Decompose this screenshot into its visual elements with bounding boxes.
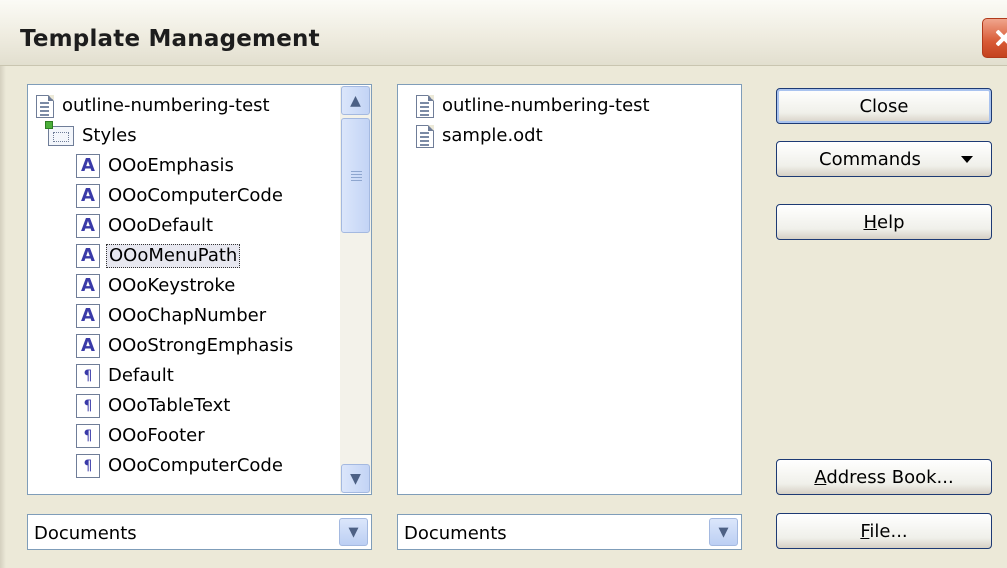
list-item-selected[interactable]: A OOoMenuPath	[76, 241, 241, 271]
character-style-icon: A	[76, 334, 100, 358]
list-item[interactable]: A OOoComputerCode	[76, 181, 285, 211]
document-icon	[416, 94, 434, 118]
list-item[interactable]: ¶ Default	[76, 361, 176, 391]
character-style-icon: A	[76, 214, 100, 238]
list-item[interactable]: A OOoKeystroke	[76, 271, 237, 301]
template-management-dialog: Template Management outline-numbering-te…	[0, 0, 1007, 568]
grip-icon	[351, 171, 362, 172]
chevron-up-icon: ▲	[350, 92, 361, 109]
window-frame	[0, 66, 6, 568]
list-item[interactable]: A OOoStrongEmphasis	[76, 331, 295, 361]
address-book-button[interactable]: Address Book...	[776, 459, 992, 495]
file-button[interactable]: File...	[776, 513, 992, 549]
list-item[interactable]: Styles	[45, 121, 139, 151]
character-style-icon: A	[76, 184, 100, 208]
list-item[interactable]: outline-numbering-test	[416, 91, 652, 121]
list-item[interactable]: ¶ OOoFooter	[76, 421, 207, 451]
dialog-title: Template Management	[20, 26, 320, 52]
list-item[interactable]: outline-numbering-test	[36, 91, 272, 121]
vertical-scrollbar[interactable]: ▲ ▼	[340, 86, 371, 493]
right-documents-select[interactable]: Documents ▼	[397, 514, 742, 550]
scroll-thumb[interactable]	[341, 118, 370, 233]
paragraph-style-icon: ¶	[76, 364, 100, 388]
paragraph-style-icon: ¶	[76, 394, 100, 418]
left-template-list[interactable]: outline-numbering-test Styles A OOoEmpha…	[27, 84, 372, 495]
character-style-icon: A	[76, 244, 100, 268]
dropdown-arrow-icon	[961, 156, 973, 163]
list-item[interactable]: sample.odt	[416, 121, 545, 151]
scroll-up-button[interactable]: ▲	[341, 86, 370, 115]
styles-folder-icon	[45, 121, 74, 146]
document-icon	[416, 124, 434, 148]
list-item[interactable]: A OOoEmphasis	[76, 151, 236, 181]
chevron-down-icon[interactable]: ▼	[339, 518, 368, 546]
chevron-down-icon[interactable]: ▼	[709, 518, 738, 546]
scroll-down-button[interactable]: ▼	[341, 464, 370, 493]
commands-button[interactable]: Commands	[776, 141, 992, 177]
list-item[interactable]: A OOoDefault	[76, 211, 215, 241]
list-item[interactable]: A OOoChapNumber	[76, 301, 268, 331]
title-bar: Template Management	[0, 0, 1007, 66]
character-style-icon: A	[76, 274, 100, 298]
document-icon	[36, 94, 54, 118]
help-button[interactable]: Help	[776, 204, 992, 240]
list-item[interactable]: ¶ OOoTableText	[76, 391, 232, 421]
close-window-icon[interactable]	[982, 18, 1007, 58]
list-item[interactable]: ¶ OOoComputerCode	[76, 451, 285, 481]
left-documents-select[interactable]: Documents ▼	[27, 514, 372, 550]
character-style-icon: A	[76, 154, 100, 178]
right-template-list[interactable]: outline-numbering-test sample.odt	[397, 84, 742, 495]
close-button[interactable]: Close	[776, 88, 992, 124]
character-style-icon: A	[76, 304, 100, 328]
paragraph-style-icon: ¶	[76, 424, 100, 448]
paragraph-style-icon: ¶	[76, 454, 100, 478]
chevron-down-icon: ▼	[350, 470, 361, 487]
